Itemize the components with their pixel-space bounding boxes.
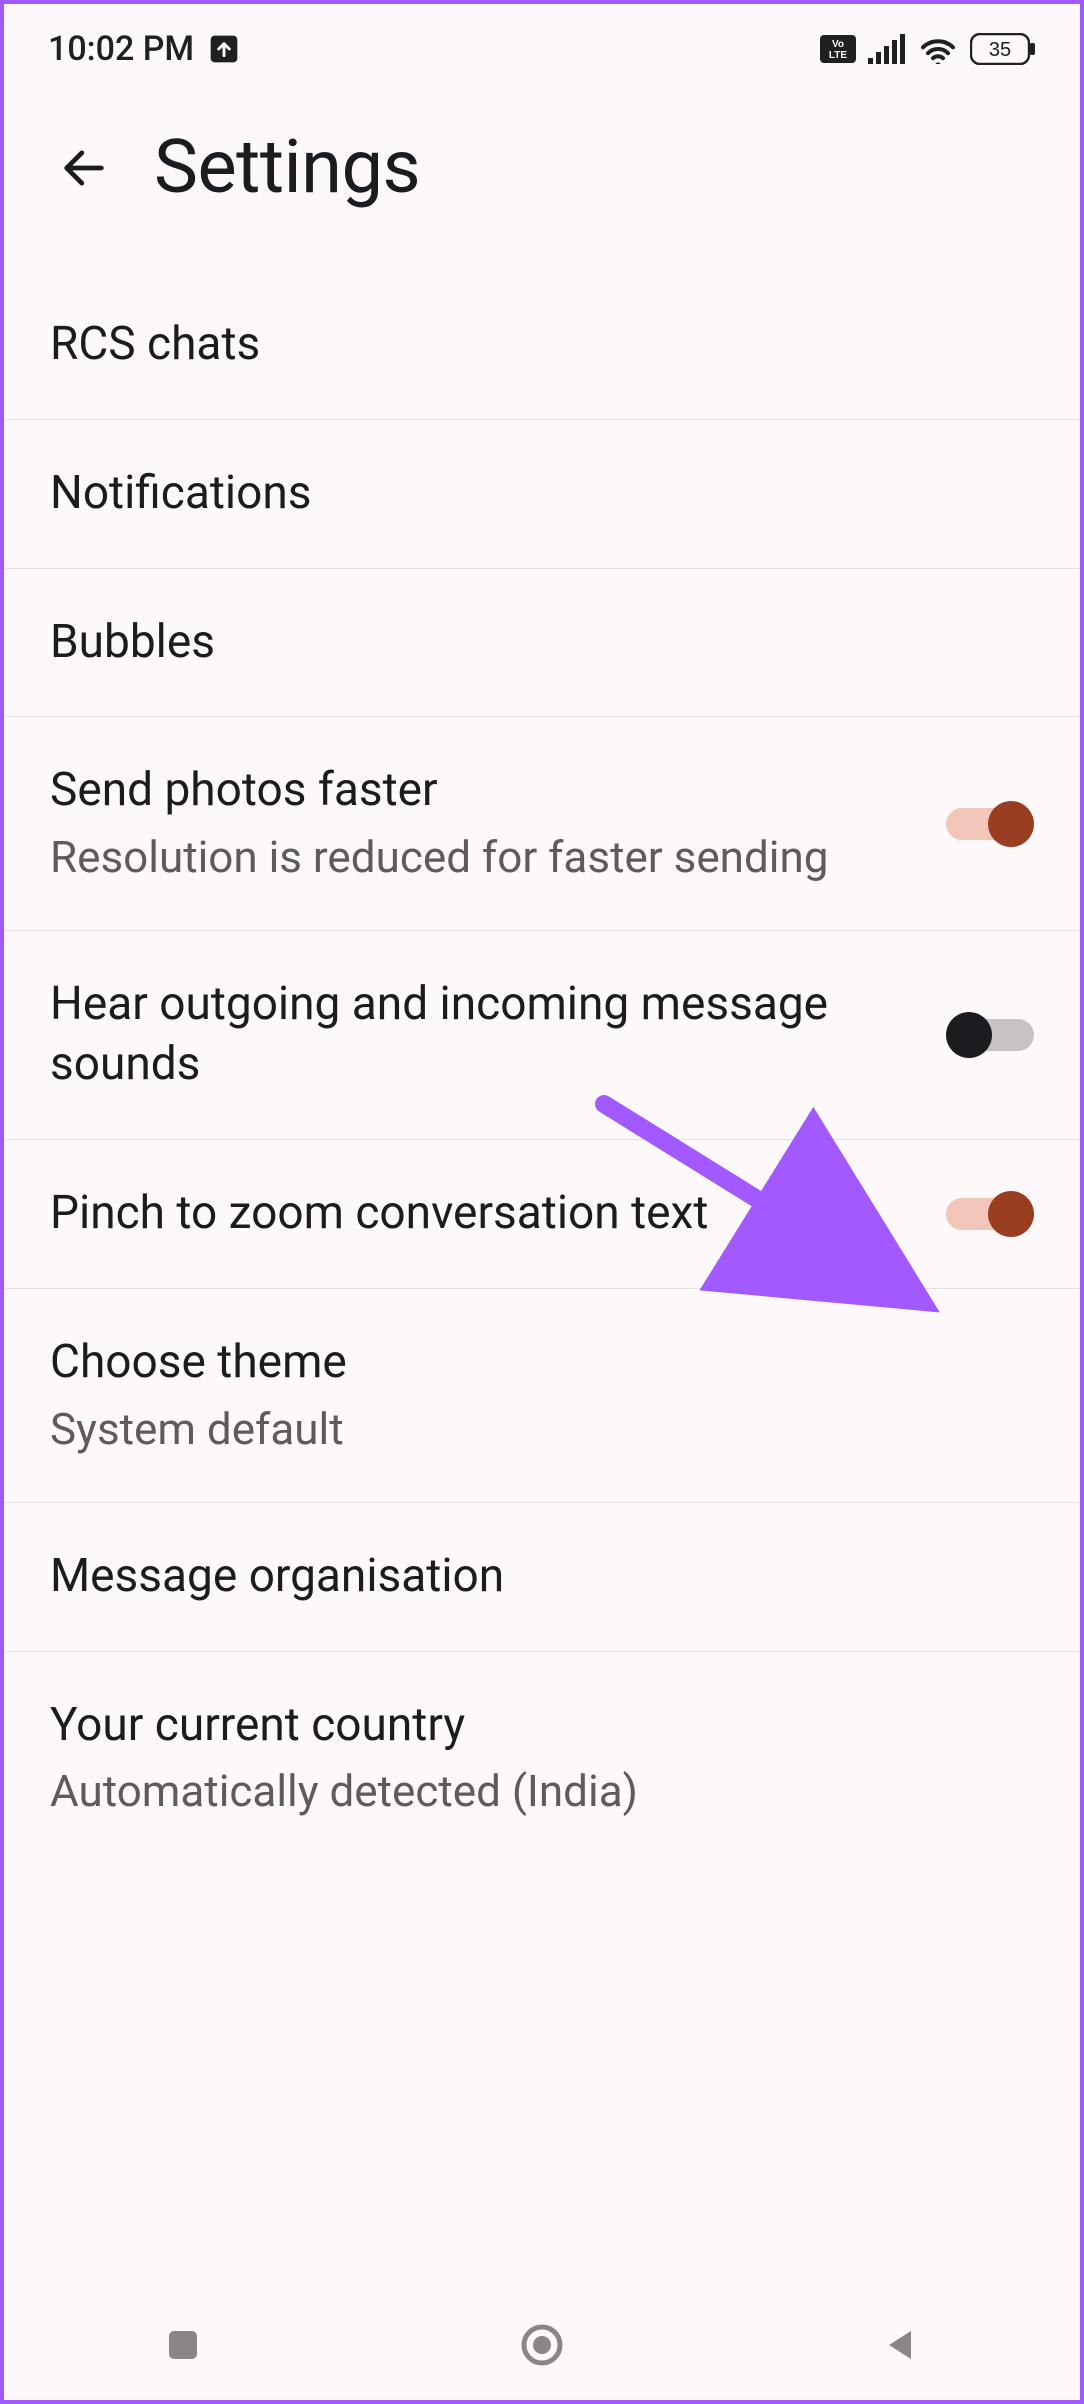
battery-icon: 35: [970, 33, 1036, 65]
status-left: 10:02 PM: [48, 29, 240, 69]
svg-text:Vo: Vo: [832, 39, 844, 50]
system-nav-bar: [4, 2290, 1080, 2400]
status-time: 10:02 PM: [48, 29, 194, 69]
item-title: Pinch to zoom conversation text: [50, 1184, 916, 1244]
page-title: Settings: [154, 124, 420, 211]
volte-icon: VoLTE: [820, 35, 856, 63]
svg-text:LTE: LTE: [829, 50, 847, 61]
nav-back-button[interactable]: [841, 2305, 961, 2385]
item-title: Hear outgoing and incoming message sound…: [50, 975, 916, 1095]
nav-recent-button[interactable]: [123, 2305, 243, 2385]
item-subtitle: Resolution is reduced for faster sending: [50, 829, 916, 886]
item-rcs-chats[interactable]: RCS chats: [4, 271, 1080, 420]
item-notifications[interactable]: Notifications: [4, 420, 1080, 569]
item-title: Message organisation: [50, 1547, 1034, 1607]
item-hear-message-sounds[interactable]: Hear outgoing and incoming message sound…: [4, 931, 1080, 1140]
status-right: VoLTE 35: [820, 33, 1036, 65]
item-title: Send photos faster: [50, 761, 916, 821]
back-button[interactable]: [54, 138, 114, 198]
toggle-send-photos-faster[interactable]: [946, 800, 1034, 848]
app-header: Settings: [4, 94, 1080, 271]
item-subtitle: System default: [50, 1401, 1034, 1458]
toggle-pinch-to-zoom[interactable]: [946, 1190, 1034, 1238]
toggle-hear-message-sounds[interactable]: [946, 1011, 1034, 1059]
wifi-icon: [918, 34, 958, 64]
signal-icon: [868, 34, 906, 64]
item-message-organisation[interactable]: Message organisation: [4, 1503, 1080, 1652]
item-current-country[interactable]: Your current country Automatically detec…: [4, 1652, 1080, 1865]
status-bar: 10:02 PM VoLTE 35: [4, 4, 1080, 94]
arrow-left-icon: [58, 142, 110, 194]
item-choose-theme[interactable]: Choose theme System default: [4, 1289, 1080, 1503]
item-title: Your current country: [50, 1696, 1034, 1756]
item-bubbles[interactable]: Bubbles: [4, 569, 1080, 718]
item-subtitle: Automatically detected (India): [50, 1763, 1034, 1820]
circle-icon: [518, 2321, 566, 2369]
settings-list: RCS chats Notifications Bubbles Send pho…: [4, 271, 1080, 1865]
item-title: Notifications: [50, 464, 1034, 524]
triangle-left-icon: [881, 2325, 921, 2365]
item-pinch-to-zoom[interactable]: Pinch to zoom conversation text: [4, 1140, 1080, 1289]
item-title: Choose theme: [50, 1333, 1034, 1393]
square-icon: [163, 2325, 203, 2365]
nav-home-button[interactable]: [482, 2305, 602, 2385]
item-title: RCS chats: [50, 315, 1034, 375]
battery-text: 35: [989, 39, 1011, 61]
item-send-photos-faster[interactable]: Send photos faster Resolution is reduced…: [4, 717, 1080, 931]
item-title: Bubbles: [50, 613, 1034, 673]
upload-icon: [208, 33, 240, 65]
